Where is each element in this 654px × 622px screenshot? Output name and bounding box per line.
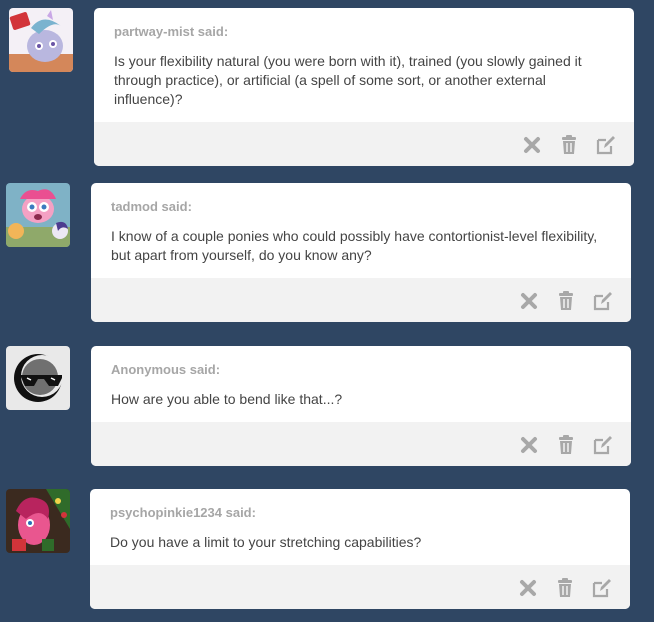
question-text: I know of a couple ponies who could poss… (111, 228, 598, 263)
edit-icon (592, 579, 611, 598)
asker-name[interactable]: partway-mist said: (114, 24, 614, 39)
question-text: Do you have a limit to your stretching c… (110, 534, 422, 550)
trash-button[interactable] (557, 134, 581, 156)
edit-button[interactable] (591, 290, 615, 312)
close-icon (520, 580, 536, 596)
action-bar (517, 434, 615, 456)
trash-icon (559, 291, 573, 310)
close-icon (521, 293, 537, 309)
trash-icon (562, 135, 576, 154)
pony-christmas-avatar-icon (6, 489, 70, 553)
ask-card: psychopinkie1234 said: Do you have a lim… (90, 489, 630, 609)
action-bar (520, 134, 618, 156)
trash-icon (558, 578, 572, 597)
avatar-partway-mist[interactable] (9, 8, 73, 72)
ask-card: partway-mist said: Is your flexibility n… (94, 8, 634, 166)
avatar-anonymous[interactable] (6, 346, 70, 410)
close-icon (521, 437, 537, 453)
edit-button[interactable] (591, 434, 615, 456)
edit-icon (593, 292, 612, 311)
asker-name[interactable]: psychopinkie1234 said: (110, 505, 610, 520)
card-footer (91, 422, 631, 466)
trash-button[interactable] (553, 577, 577, 599)
card-footer (91, 278, 631, 322)
delete-button[interactable] (520, 134, 544, 156)
avatar-psychopinkie1234[interactable] (6, 489, 70, 553)
anonymous-sunglasses-avatar-icon (6, 346, 70, 410)
asker-name: Anonymous said: (111, 362, 221, 377)
ask-card: tadmod said: I know of a couple ponies w… (91, 183, 631, 322)
edit-button[interactable] (594, 134, 618, 156)
asker-name[interactable]: tadmod said: (111, 199, 611, 214)
action-bar (516, 577, 614, 599)
card-footer (90, 565, 630, 609)
close-icon (524, 137, 540, 153)
avatar-tadmod[interactable] (6, 183, 70, 247)
question-text: Is your flexibility natural (you were bo… (114, 53, 582, 107)
pony-avatar-icon (9, 8, 73, 72)
delete-button[interactable] (517, 434, 541, 456)
pony-group-avatar-icon (6, 183, 70, 247)
card-footer (94, 122, 634, 166)
trash-icon (559, 435, 573, 454)
edit-button[interactable] (590, 577, 614, 599)
edit-icon (596, 136, 615, 155)
question-text: How are you able to bend like that...? (111, 391, 343, 407)
edit-icon (593, 436, 612, 455)
trash-button[interactable] (554, 434, 578, 456)
delete-button[interactable] (516, 577, 540, 599)
trash-button[interactable] (554, 290, 578, 312)
delete-button[interactable] (517, 290, 541, 312)
ask-card: Anonymous said: How are you able to bend… (91, 346, 631, 466)
action-bar (517, 290, 615, 312)
